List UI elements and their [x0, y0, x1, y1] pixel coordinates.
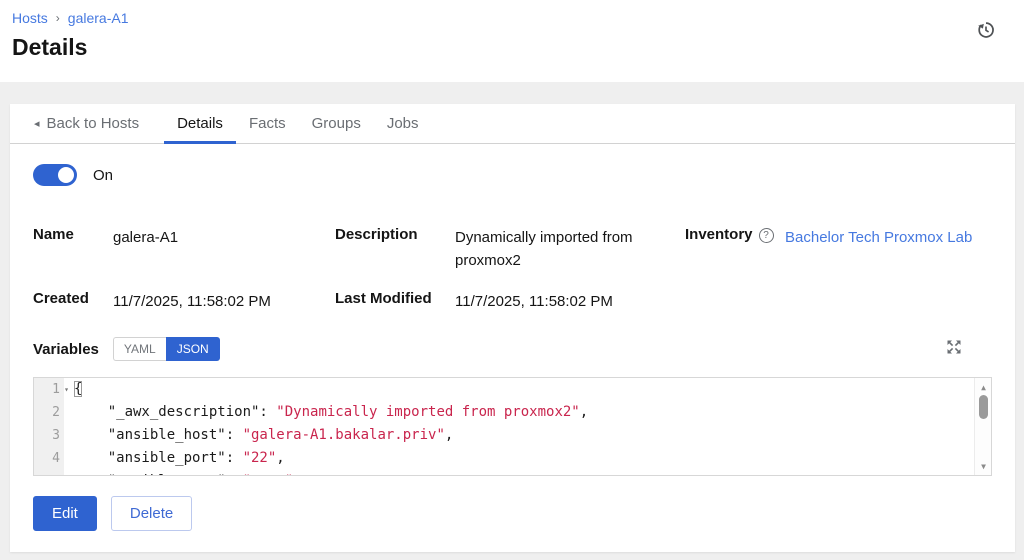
- tab-groups[interactable]: Groups: [299, 104, 374, 143]
- card-content: On Name galera-A1 Description Dynamicall…: [10, 144, 1015, 551]
- page-body: ◂ Back to Hosts Details Facts Groups Job…: [0, 82, 1024, 560]
- variables-row: Variables YAML JSON: [33, 337, 992, 361]
- fold-caret-icon[interactable]: ▾: [64, 378, 69, 401]
- help-icon[interactable]: ?: [759, 228, 774, 243]
- tab-jobs[interactable]: Jobs: [374, 104, 432, 143]
- last-modified-value: 11/7/2025, 11:58:02 PM: [455, 290, 685, 313]
- tab-facts[interactable]: Facts: [236, 104, 299, 143]
- code-line: 2 "_awx_description": "Dynamically impor…: [34, 401, 974, 424]
- breadcrumb-current[interactable]: galera-A1: [68, 10, 129, 26]
- details-card: ◂ Back to Hosts Details Facts Groups Job…: [10, 104, 1015, 552]
- line-number: 2: [34, 401, 64, 424]
- variables-mode-switcher: YAML JSON: [113, 337, 220, 361]
- code-line: 1▾{: [34, 378, 974, 401]
- detail-grid: Name galera-A1 Description Dynamically i…: [33, 226, 992, 313]
- json-mode-button[interactable]: JSON: [166, 337, 220, 361]
- scroll-down-icon[interactable]: ▼: [975, 459, 992, 473]
- caret-left-icon: ◂: [34, 117, 40, 130]
- breadcrumb: Hosts › galera-A1: [12, 10, 1012, 26]
- delete-button[interactable]: Delete: [111, 496, 192, 531]
- edit-button[interactable]: Edit: [33, 496, 97, 531]
- name-value: galera-A1: [113, 226, 335, 249]
- breadcrumb-separator-icon: ›: [56, 11, 60, 25]
- yaml-mode-button[interactable]: YAML: [113, 337, 166, 361]
- breadcrumb-hosts-link[interactable]: Hosts: [12, 10, 48, 26]
- description-value: Dynamically imported from proxmox2: [455, 226, 685, 272]
- name-label: Name: [33, 226, 113, 243]
- line-number: 5: [34, 470, 64, 476]
- code-text: "ansible_port": "22",: [64, 447, 285, 470]
- inventory-label: Inventory ?: [685, 226, 785, 243]
- code-text: "ansible_user": "root",: [64, 470, 302, 476]
- toggle-state-label: On: [93, 167, 113, 184]
- variables-label: Variables: [33, 341, 99, 358]
- toggle-knob: [58, 167, 74, 183]
- expand-arrows-icon[interactable]: [946, 339, 962, 355]
- created-label: Created: [33, 290, 113, 307]
- tab-back-label: Back to Hosts: [47, 115, 140, 132]
- created-value: 11/7/2025, 11:58:02 PM: [113, 290, 335, 313]
- code-line: 4 "ansible_port": "22",: [34, 447, 974, 470]
- host-enabled-toggle[interactable]: [33, 164, 77, 186]
- code-line: 5 "ansible_user": "root",: [34, 470, 974, 476]
- code-text: "_awx_description": "Dynamically importe…: [64, 401, 588, 424]
- last-modified-label: Last Modified: [335, 290, 455, 307]
- line-number: 3: [34, 424, 64, 447]
- editor-lines: 1▾{2 "_awx_description": "Dynamically im…: [34, 378, 974, 475]
- host-enabled-row: On: [33, 164, 992, 186]
- tab-back-to-hosts[interactable]: ◂ Back to Hosts: [32, 104, 152, 143]
- code-line: 3 "ansible_host": "galera-A1.bakalar.pri…: [34, 424, 974, 447]
- line-number: 1▾: [34, 378, 64, 401]
- line-number: 4: [34, 447, 64, 470]
- variables-code-editor[interactable]: 1▾{2 "_awx_description": "Dynamically im…: [33, 377, 992, 476]
- scroll-up-icon[interactable]: ▲: [975, 380, 992, 394]
- tab-bar: ◂ Back to Hosts Details Facts Groups Job…: [10, 104, 1015, 144]
- editor-scrollbar[interactable]: ▲ ▼: [974, 378, 991, 475]
- page-header: Hosts › galera-A1 Details: [0, 0, 1024, 82]
- inventory-link[interactable]: Bachelor Tech Proxmox Lab: [785, 226, 992, 249]
- history-icon[interactable]: [976, 20, 996, 40]
- description-label: Description: [335, 226, 455, 243]
- action-buttons: Edit Delete: [33, 496, 992, 531]
- page-title: Details: [12, 34, 1012, 61]
- inventory-label-text: Inventory: [685, 226, 753, 243]
- scrollbar-thumb[interactable]: [979, 395, 988, 419]
- code-text: "ansible_host": "galera-A1.bakalar.priv"…: [64, 424, 453, 447]
- tab-details[interactable]: Details: [164, 104, 236, 143]
